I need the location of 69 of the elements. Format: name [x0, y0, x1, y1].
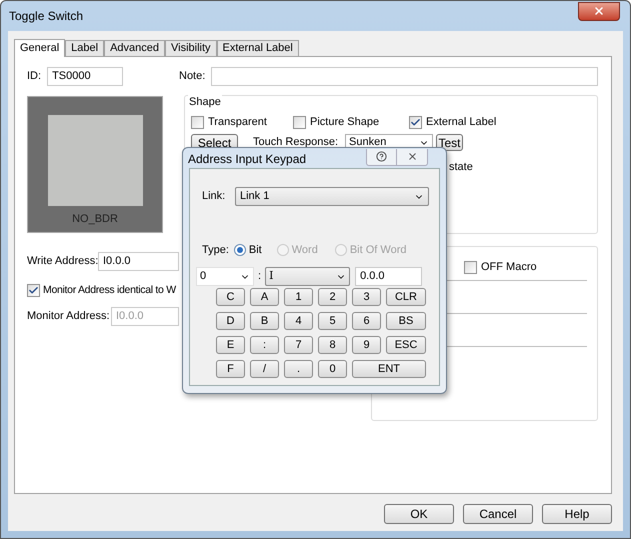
keypad-key[interactable]: :	[250, 336, 279, 354]
check-icon	[28, 285, 39, 296]
close-button[interactable]	[578, 2, 620, 20]
keypad-key[interactable]: 1	[284, 288, 313, 306]
tab[interactable]: External Label	[216, 40, 299, 56]
dialog-button[interactable]: OK	[384, 504, 454, 524]
touch-response-label: Touch Response:	[253, 135, 339, 150]
separator: :	[258, 269, 262, 284]
type-label: Type:	[202, 242, 229, 258]
keypad-key[interactable]: 7	[284, 336, 313, 354]
keypad-key[interactable]: E	[216, 336, 245, 354]
checkbox-label: Picture Shape	[310, 114, 380, 130]
link-dropdown[interactable]: Link 1	[235, 187, 429, 206]
keypad-key[interactable]: 2	[318, 288, 347, 306]
checkbox[interactable]	[464, 260, 477, 274]
checkbox[interactable]	[191, 116, 204, 128]
keypad-key[interactable]: 5	[318, 312, 347, 330]
address-field[interactable]: 0.0.0	[355, 267, 422, 286]
device-dropdown[interactable]: I	[265, 267, 350, 286]
dialog-button[interactable]: Help	[542, 504, 612, 524]
keypad-key[interactable]: 3	[352, 288, 381, 306]
check-icon	[410, 116, 421, 128]
dialog-title: Address Input Keypad	[188, 151, 306, 168]
keypad-key[interactable]: 9	[352, 336, 381, 354]
keypad-key[interactable]: C	[216, 288, 245, 306]
keypad-key[interactable]: F	[216, 360, 245, 378]
dialog-button[interactable]: Cancel	[463, 504, 533, 524]
keypad-key[interactable]: 0	[318, 360, 347, 378]
checkbox-label: OFF Macro	[481, 260, 537, 275]
monitor-address-label: Monitor Address:	[27, 309, 111, 324]
keypad-key[interactable]: D	[216, 312, 245, 330]
tab[interactable]: General	[14, 39, 66, 57]
window-title: Toggle Switch	[9, 8, 84, 25]
tab[interactable]: Advanced	[104, 40, 165, 56]
radio-option[interactable]: Bit	[234, 242, 262, 258]
keypad-key[interactable]: 8	[318, 336, 347, 354]
group-title: Shape	[188, 94, 222, 110]
checkbox-label: Monitor Address identical to W	[43, 283, 176, 298]
station-dropdown[interactable]: 0	[196, 267, 254, 286]
tab[interactable]: Label	[65, 40, 104, 56]
note-field[interactable]	[211, 67, 598, 86]
keypad-key[interactable]: CLR	[386, 288, 426, 306]
keypad-key[interactable]: .	[284, 360, 313, 378]
keypad-key[interactable]: 6	[352, 312, 381, 330]
checkbox-label: Transparent	[208, 114, 267, 130]
preview-caption: NO_BDR	[72, 212, 118, 227]
keypad-key[interactable]: B	[250, 312, 279, 330]
tab[interactable]: Visibility	[165, 40, 217, 56]
checkbox[interactable]	[293, 116, 306, 128]
help-icon	[376, 151, 387, 162]
checkbox[interactable]	[409, 116, 422, 128]
note-label: Note:	[179, 69, 206, 84]
checkbox[interactable]	[27, 284, 40, 298]
checkbox-label: External Label	[426, 114, 496, 130]
id-label: ID:	[27, 69, 42, 84]
write-address-field[interactable]: I0.0.0	[98, 252, 179, 271]
keypad-key[interactable]: /	[250, 360, 279, 378]
state-label: state	[449, 160, 474, 175]
keypad-key[interactable]: BS	[386, 312, 426, 330]
keypad-key[interactable]: A	[250, 288, 279, 306]
keypad-key[interactable]: ENT	[352, 360, 426, 378]
write-address-label: Write Address:	[27, 254, 98, 270]
dialog-button[interactable]: Test	[436, 134, 463, 151]
keypad-key[interactable]: 4	[284, 312, 313, 330]
close-icon	[406, 151, 418, 162]
id-field[interactable]: TS0000	[47, 67, 124, 86]
close-icon	[593, 5, 605, 17]
keypad-key[interactable]: ESC	[386, 336, 426, 354]
link-label: Link:	[202, 189, 226, 204]
